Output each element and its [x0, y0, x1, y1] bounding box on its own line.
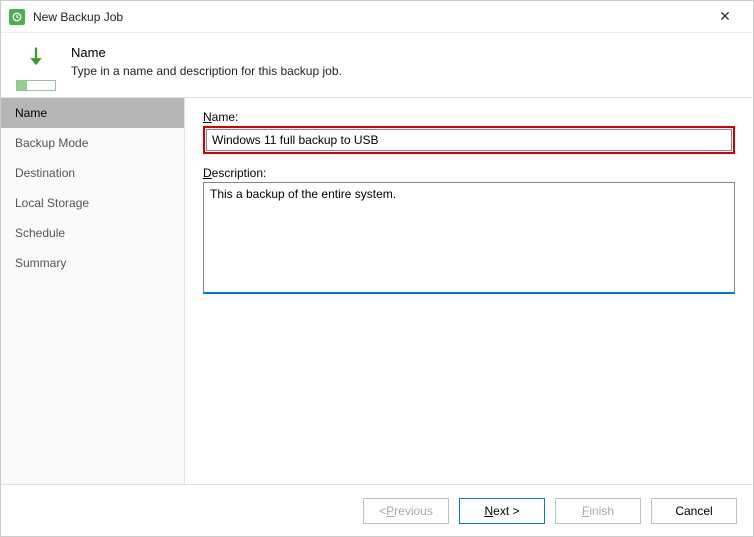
app-icon: [9, 9, 25, 25]
window-title: New Backup Job: [33, 10, 705, 24]
wizard-icon: [15, 43, 57, 91]
previous-button: < Previous: [363, 498, 449, 524]
page-title: Name: [71, 45, 342, 62]
sidebar-item-name[interactable]: Name: [1, 98, 184, 128]
sidebar-item-local-storage[interactable]: Local Storage: [1, 188, 184, 218]
cancel-button[interactable]: Cancel: [651, 498, 737, 524]
page-subtitle: Type in a name and description for this …: [71, 64, 342, 78]
wizard-steps-sidebar: Name Backup Mode Destination Local Stora…: [1, 98, 185, 484]
wizard-header: Name Type in a name and description for …: [1, 33, 753, 97]
title-bar: New Backup Job ✕: [1, 1, 753, 33]
sidebar-item-backup-mode[interactable]: Backup Mode: [1, 128, 184, 158]
wizard-footer: < Previous Next > Finish Cancel: [1, 484, 753, 536]
sidebar-item-schedule[interactable]: Schedule: [1, 218, 184, 248]
description-input[interactable]: [203, 182, 735, 294]
name-label: Name:: [203, 110, 735, 124]
name-input-highlight: [203, 126, 735, 154]
description-label: Description:: [203, 166, 735, 180]
sidebar-item-destination[interactable]: Destination: [1, 158, 184, 188]
download-arrow-icon: [21, 43, 51, 74]
dialog-window: New Backup Job ✕ Name Type in a name and…: [0, 0, 754, 537]
wizard-header-text: Name Type in a name and description for …: [57, 43, 342, 78]
wizard-body: Name Backup Mode Destination Local Stora…: [1, 97, 753, 484]
sidebar-item-label: Summary: [15, 256, 66, 270]
sidebar-item-summary[interactable]: Summary: [1, 248, 184, 278]
form-panel: Name: Description:: [185, 98, 753, 484]
next-button[interactable]: Next >: [459, 498, 545, 524]
close-button[interactable]: ✕: [705, 8, 745, 25]
sidebar-item-label: Name: [15, 106, 47, 120]
finish-button: Finish: [555, 498, 641, 524]
sidebar-item-label: Schedule: [15, 226, 65, 240]
progress-bar-icon: [16, 80, 56, 91]
sidebar-item-label: Destination: [15, 166, 75, 180]
name-input[interactable]: [206, 129, 732, 151]
sidebar-item-label: Backup Mode: [15, 136, 88, 150]
sidebar-item-label: Local Storage: [15, 196, 89, 210]
